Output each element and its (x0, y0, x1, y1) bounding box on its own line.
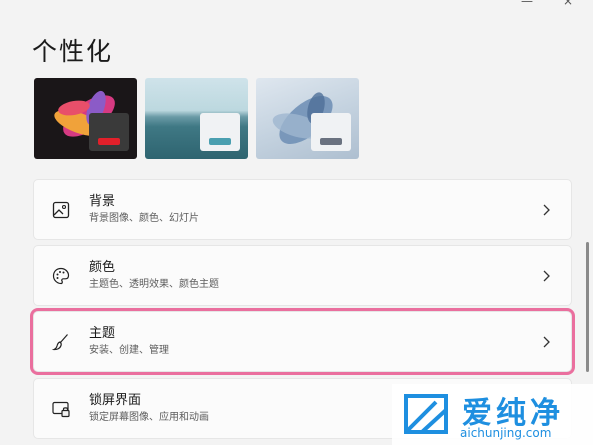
item-subtitle: 主题色、透明效果、颜色主题 (89, 279, 219, 290)
theme-thumbnail-light-bloom[interactable] (256, 78, 359, 159)
close-icon[interactable]: × (563, 0, 573, 8)
settings-item-background[interactable]: 背景 背景图像、颜色、幻灯片 (33, 179, 572, 240)
watermark: 爱纯净 aichunjing.com (392, 384, 593, 445)
palette-icon (52, 267, 70, 284)
page-title: 个性化 (32, 37, 114, 66)
theme-gallery (34, 78, 359, 159)
theme-preview-window (311, 113, 351, 151)
theme-accent-swatch (209, 138, 231, 145)
image-icon (52, 201, 70, 218)
theme-accent-swatch (98, 138, 120, 145)
chevron-right-icon (543, 204, 550, 215)
item-subtitle: 安装、创建、管理 (89, 345, 169, 356)
theme-thumbnail-lake[interactable] (145, 78, 248, 159)
watermark-logo-icon (404, 394, 448, 434)
brush-icon (51, 333, 68, 350)
chevron-right-icon (543, 336, 550, 347)
settings-item-themes[interactable]: 主题 安装、创建、管理 (33, 311, 572, 372)
theme-preview-window (200, 113, 240, 151)
settings-item-colors[interactable]: 颜色 主题色、透明效果、颜色主题 (33, 245, 572, 306)
scrollbar[interactable] (586, 242, 589, 372)
watermark-url: aichunjing.com (460, 426, 552, 440)
chevron-right-icon (543, 270, 550, 281)
item-subtitle: 背景图像、颜色、幻灯片 (89, 213, 199, 224)
item-title: 主题 (89, 326, 116, 341)
theme-preview-window (89, 113, 129, 151)
lock-screen-icon (52, 401, 70, 417)
item-title: 颜色 (89, 260, 116, 275)
window-controls: — × (521, 0, 573, 8)
item-title: 背景 (89, 194, 116, 209)
minimize-icon[interactable]: — (521, 0, 533, 8)
theme-accent-swatch (320, 138, 342, 145)
theme-thumbnail-dark-bloom[interactable] (34, 78, 137, 159)
